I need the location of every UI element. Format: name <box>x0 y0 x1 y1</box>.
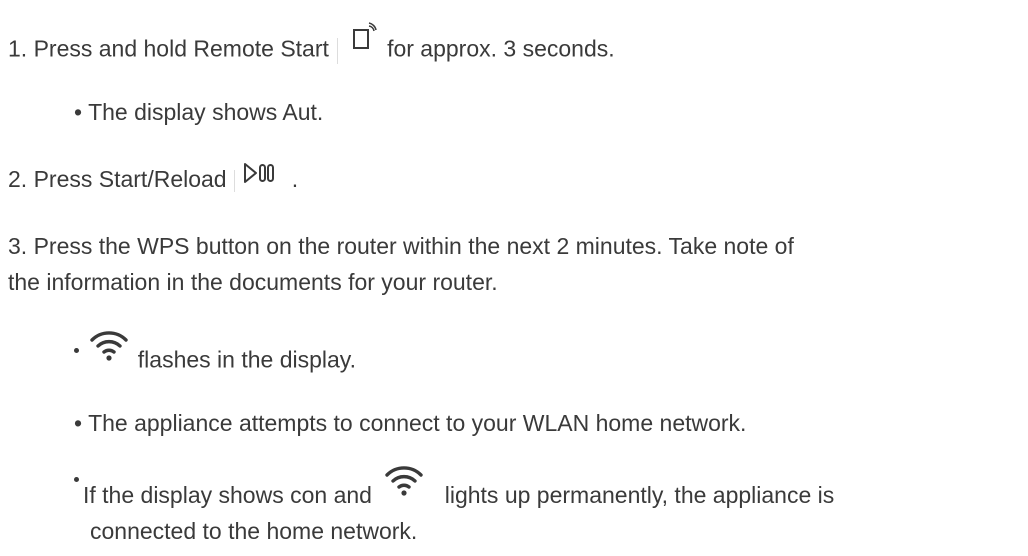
bullet-marker: • <box>74 99 83 125</box>
step-2: 2. Press Start/Reload . <box>8 161 299 196</box>
wifi-icon <box>384 463 424 507</box>
step-3: 3. Press the WPS button on the router wi… <box>8 228 1018 300</box>
bullet-text-end: lights up permanently, the appliance is <box>444 482 835 509</box>
bullet-text: The appliance attempts to connect to you… <box>88 410 747 436</box>
separator <box>234 169 235 192</box>
step-3-line-2: the information in the documents for you… <box>8 269 498 295</box>
bullet-connected: If the display shows con and lights up p… <box>74 466 1024 549</box>
bullet-wifi-flashes: flashes in the display. <box>74 331 356 383</box>
step-3-line-1: 3. Press the WPS button on the router wi… <box>8 233 794 259</box>
start-reload-icon <box>243 161 277 191</box>
bullet-marker: • <box>74 410 83 436</box>
step-1: 1. Press and hold Remote Start for appro… <box>8 22 615 71</box>
bullet-marker <box>74 348 79 353</box>
step-1-text: 1. Press and hold Remote Start <box>8 35 329 62</box>
bullet-marker <box>74 477 79 482</box>
step-1-text-end: for approx. 3 seconds. <box>387 35 615 62</box>
bullet-text: If the display shows con and <box>83 482 372 509</box>
step-2-text: 2. Press Start/Reload <box>8 166 227 192</box>
remote-start-icon <box>349 22 377 63</box>
wifi-icon <box>89 328 129 371</box>
step-1-bullet: • The display shows Aut. <box>74 97 323 127</box>
bullet-text: The display shows Aut. <box>88 99 324 125</box>
bullet-connect-attempt: • The appliance attempts to connect to yo… <box>74 408 746 438</box>
separator <box>337 37 339 64</box>
bullet-text: flashes in the display. <box>137 346 356 373</box>
step-2-text-end: . <box>291 166 299 192</box>
